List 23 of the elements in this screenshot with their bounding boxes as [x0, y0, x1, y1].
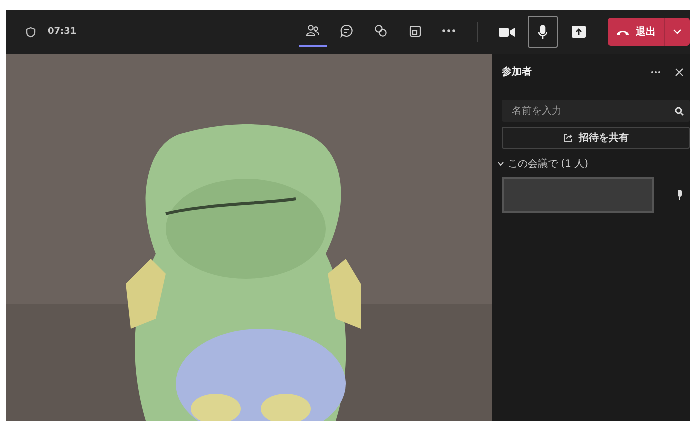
- chevron-icon: [673, 29, 682, 35]
- search-icon: [675, 107, 684, 116]
- share-invite-button[interactable]: 招待を共有: [502, 127, 690, 149]
- people-icon: [306, 24, 320, 38]
- phone-icon: [616, 28, 630, 36]
- elapsed-time: 07:31: [48, 27, 77, 37]
- share-icon: [563, 133, 573, 143]
- more-icon: [442, 29, 456, 33]
- search-field[interactable]: 名前を入力: [502, 100, 690, 122]
- shield-icon: [26, 26, 36, 38]
- chat-icon: [340, 24, 354, 38]
- camera-icon: [499, 26, 515, 38]
- close-icon[interactable]: [675, 68, 684, 76]
- mic-icon: [538, 24, 548, 40]
- upload-icon: [572, 26, 586, 38]
- leave-button[interactable]: 退出: [608, 18, 664, 46]
- mic-button[interactable]: [528, 16, 558, 48]
- panel-title: 参加者: [502, 66, 532, 79]
- more-icon[interactable]: [651, 70, 661, 74]
- section-header[interactable]: この会議で (1 人): [498, 157, 589, 171]
- circles-icon: [374, 24, 388, 38]
- window-icon: [408, 24, 422, 38]
- chevron-icon: [498, 162, 504, 166]
